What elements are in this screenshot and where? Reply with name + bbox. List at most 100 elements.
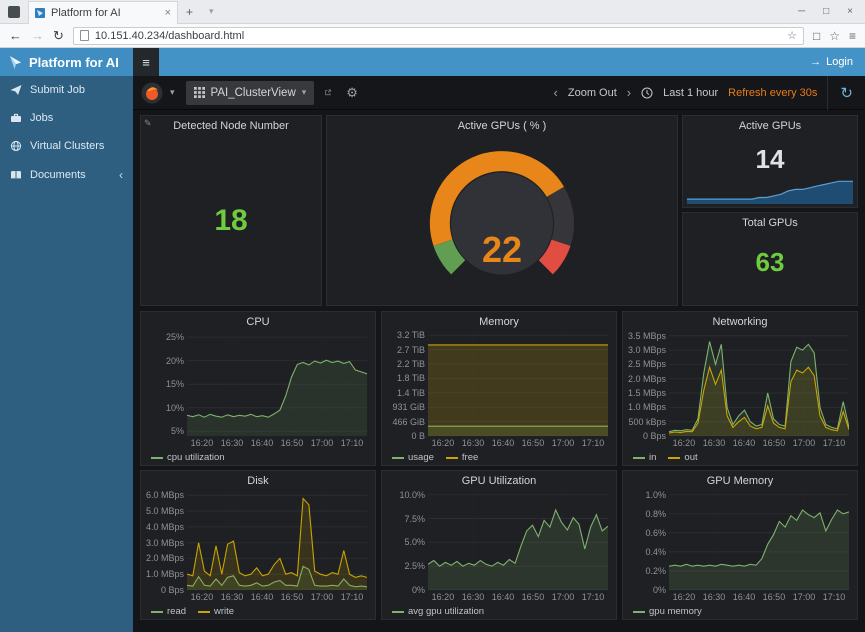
login-icon: →: [810, 56, 821, 68]
networking-chart[interactable]: [669, 330, 849, 436]
refresh-interval-button[interactable]: Refresh every 30s: [728, 87, 817, 99]
panel-gpu-memory: GPU Memory 1.0%0.8%0.6%0.4%0.2%0% 16:201…: [622, 470, 858, 620]
y-tick-label: 1.4 TiB: [397, 388, 425, 398]
tab-close-icon[interactable]: ×: [165, 7, 171, 19]
nodes-value: 18: [141, 204, 321, 238]
cpu-chart[interactable]: [187, 330, 367, 436]
memory-chart[interactable]: [428, 330, 608, 436]
hub-star-icon[interactable]: ☆: [829, 29, 840, 43]
tab-list-chevron-icon[interactable]: ▾: [201, 6, 222, 17]
sidebar-item-jobs[interactable]: Jobs: [0, 104, 133, 132]
panel-title[interactable]: CPU: [141, 312, 375, 328]
zoom-out-button[interactable]: Zoom Out: [568, 87, 617, 99]
grafana-logo[interactable]: [141, 82, 163, 104]
panel-gpu-utilization: GPU Utilization 10.0%7.5%5.0%2.5%0% 16:2…: [381, 470, 617, 620]
sidebar-item-label: Virtual Clusters: [30, 140, 104, 152]
x-tick-label: 16:40: [733, 592, 756, 602]
maximize-button[interactable]: □: [823, 6, 829, 17]
y-tick-label: 5%: [171, 426, 184, 436]
close-button[interactable]: ×: [847, 6, 853, 17]
legend: usage free: [392, 452, 478, 463]
legend-item[interactable]: in: [633, 452, 656, 463]
window-menu-icon[interactable]: [8, 6, 20, 18]
dashboard-refresh-icon[interactable]: ↻: [827, 76, 857, 110]
browser-tab[interactable]: Platform for AI ×: [28, 1, 178, 24]
panel-active-gpus-pct: Active GPUs ( % ) 22: [326, 115, 678, 306]
panel-title[interactable]: GPU Utilization: [382, 471, 616, 487]
panel-title[interactable]: Memory: [382, 312, 616, 328]
legend-item[interactable]: free: [446, 452, 478, 463]
hamburger-menu-icon[interactable]: ≡: [133, 48, 159, 76]
y-axis: 3.2 TiB2.7 TiB2.2 TiB1.8 TiB1.4 TiB931 G…: [384, 330, 428, 436]
x-tick-label: 16:50: [281, 438, 304, 448]
x-axis: 16:2016:3016:4016:5017:0017:10: [187, 590, 367, 603]
new-tab-button[interactable]: +: [178, 5, 201, 19]
y-tick-label: 0%: [412, 585, 425, 595]
time-range-button[interactable]: Last 1 hour: [663, 87, 718, 99]
x-tick-label: 16:20: [432, 592, 455, 602]
panel-title[interactable]: GPU Memory: [623, 471, 857, 487]
legend: cpu utilization: [151, 452, 225, 463]
x-tick-label: 16:40: [251, 438, 274, 448]
x-tick-label: 16:30: [703, 438, 726, 448]
gpu-memory-chart[interactable]: [669, 489, 849, 590]
gear-icon[interactable]: ⚙: [342, 85, 362, 101]
app-title: Platform for AI: [29, 55, 119, 70]
refresh-icon[interactable]: ↻: [53, 29, 64, 42]
back-icon[interactable]: ←: [9, 29, 22, 42]
edit-icon[interactable]: ✎: [144, 118, 152, 129]
legend-item[interactable]: read: [151, 606, 186, 617]
forward-icon: →: [31, 29, 44, 42]
login-button[interactable]: → Login: [810, 56, 865, 68]
y-tick-label: 0.2%: [645, 566, 666, 576]
x-axis: 16:2016:3016:4016:5017:0017:10: [428, 590, 608, 603]
y-axis: 6.0 MBps5.0 MBps4.0 MBps3.0 MBps2.0 MBps…: [143, 489, 187, 590]
gauge-value: 22: [327, 229, 677, 271]
cluster-globe-icon: [10, 140, 22, 152]
legend-item[interactable]: out: [668, 452, 697, 463]
panel-title[interactable]: Detected Node Number: [141, 116, 321, 132]
sidebar-item-label: Jobs: [30, 112, 53, 124]
panel-title[interactable]: Active GPUs: [683, 116, 857, 132]
y-tick-label: 3.5 MBps: [628, 331, 666, 341]
legend-item[interactable]: gpu memory: [633, 606, 702, 617]
sidebar-item-submit-job[interactable]: Submit Job: [0, 76, 133, 104]
y-tick-label: 5.0%: [404, 537, 425, 547]
url-bar[interactable]: 10.151.40.234/dashboard.html ☆: [73, 27, 804, 45]
share-icon[interactable]: [321, 86, 335, 99]
logo-caret-icon[interactable]: ▾: [170, 87, 175, 98]
y-tick-label: 3.2 TiB: [397, 330, 425, 340]
pan-left-icon[interactable]: ‹: [554, 85, 558, 100]
sidebar-item-label: Documents: [30, 169, 86, 181]
url-text[interactable]: 10.151.40.234/dashboard.html: [95, 30, 244, 42]
legend-item[interactable]: usage: [392, 452, 434, 463]
legend-item[interactable]: write: [198, 606, 234, 617]
x-tick-label: 16:20: [673, 592, 696, 602]
pan-right-icon[interactable]: ›: [627, 85, 631, 100]
x-tick-label: 16:40: [251, 592, 274, 602]
panel-networking: Networking 3.5 MBps3.0 MBps2.5 MBps2.0 M…: [622, 311, 858, 466]
panel-title[interactable]: Total GPUs: [683, 213, 857, 229]
favorite-star-icon[interactable]: ☆: [787, 29, 797, 42]
disk-chart[interactable]: [187, 489, 367, 590]
panel-title[interactable]: Disk: [141, 471, 375, 487]
sidebar-item-virtual-clusters[interactable]: Virtual Clusters: [0, 132, 133, 160]
sidebar-item-documents[interactable]: Documents ‹: [0, 160, 133, 190]
panel-title[interactable]: Networking: [623, 312, 857, 328]
reading-view-icon[interactable]: □: [813, 29, 820, 43]
y-tick-label: 15%: [166, 379, 184, 389]
y-tick-label: 0.8%: [645, 509, 666, 519]
chevron-left-icon: ‹: [119, 168, 123, 182]
legend-item[interactable]: avg gpu utilization: [392, 606, 484, 617]
panel-title[interactable]: Active GPUs ( % ): [327, 116, 677, 132]
minimize-button[interactable]: ─: [798, 6, 805, 17]
y-tick-label: 2.5 MBps: [628, 359, 666, 369]
y-tick-label: 1.0 MBps: [146, 569, 184, 579]
y-tick-label: 1.0 MBps: [628, 402, 666, 412]
more-icon[interactable]: ≡: [849, 29, 856, 43]
panel-memory: Memory 3.2 TiB2.7 TiB2.2 TiB1.8 TiB1.4 T…: [381, 311, 617, 466]
legend-item[interactable]: cpu utilization: [151, 452, 225, 463]
dashboard-picker[interactable]: PAI_ClusterView ▾: [186, 81, 315, 105]
panel-detected-node-number: ✎ Detected Node Number 18: [140, 115, 322, 306]
gpu-utilization-chart[interactable]: [428, 489, 608, 590]
